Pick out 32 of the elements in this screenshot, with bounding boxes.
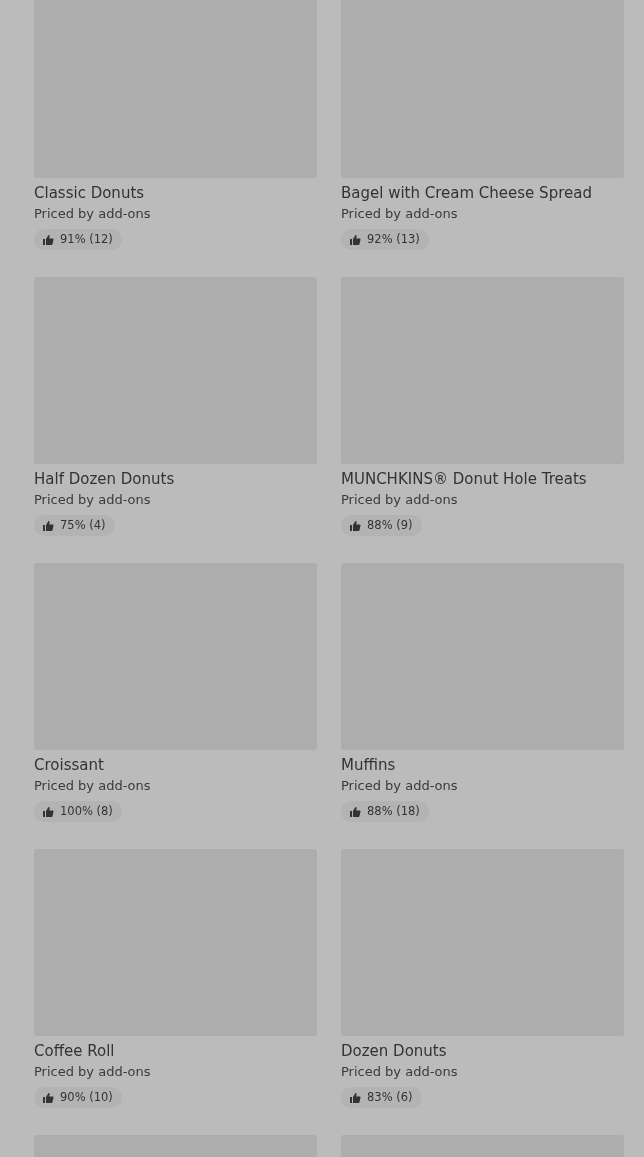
rating-text: 83% (6) xyxy=(367,1089,413,1106)
rating-text: 88% (9) xyxy=(367,517,413,534)
price-text: Priced by add-ons xyxy=(34,491,152,509)
price-text: Priced by add-ons xyxy=(341,205,459,223)
price-text: Priced by add-ons xyxy=(34,777,152,795)
rating-text: 75% (4) xyxy=(60,517,106,534)
price-text: Priced by add-ons xyxy=(34,205,152,223)
price-text: Priced by add-ons xyxy=(341,777,459,795)
rating-text: 92% (13) xyxy=(367,231,420,248)
rating-text: 100% (8) xyxy=(60,803,113,820)
thumbs-up-icon xyxy=(42,519,54,532)
thumbs-up-icon xyxy=(42,233,54,246)
item-title: MUNCHKINS® Donut Hole Treats xyxy=(341,469,588,489)
thumbs-up-icon xyxy=(42,805,54,818)
item-title: Muffins xyxy=(341,755,397,775)
rating-text: 88% (18) xyxy=(367,803,420,820)
item-title: Croissant xyxy=(34,755,105,775)
thumbs-up-icon xyxy=(349,233,361,246)
thumbs-up-icon xyxy=(349,1091,361,1104)
price-text: Priced by add-ons xyxy=(34,1063,152,1081)
item-title: Bagel with Cream Cheese Spread xyxy=(341,183,593,203)
rating-text: 90% (10) xyxy=(60,1089,113,1106)
item-title: Dozen Donuts xyxy=(341,1041,448,1061)
item-title: Coffee Roll xyxy=(34,1041,116,1061)
rating-text: 91% (12) xyxy=(60,231,113,248)
thumbs-up-icon xyxy=(349,805,361,818)
price-text: Priced by add-ons xyxy=(341,1063,459,1081)
thumbs-up-icon xyxy=(349,519,361,532)
item-title: Half Dozen Donuts xyxy=(34,469,176,489)
item-title: Classic Donuts xyxy=(34,183,146,203)
price-text: Priced by add-ons xyxy=(341,491,459,509)
thumbs-up-icon xyxy=(42,1091,54,1104)
